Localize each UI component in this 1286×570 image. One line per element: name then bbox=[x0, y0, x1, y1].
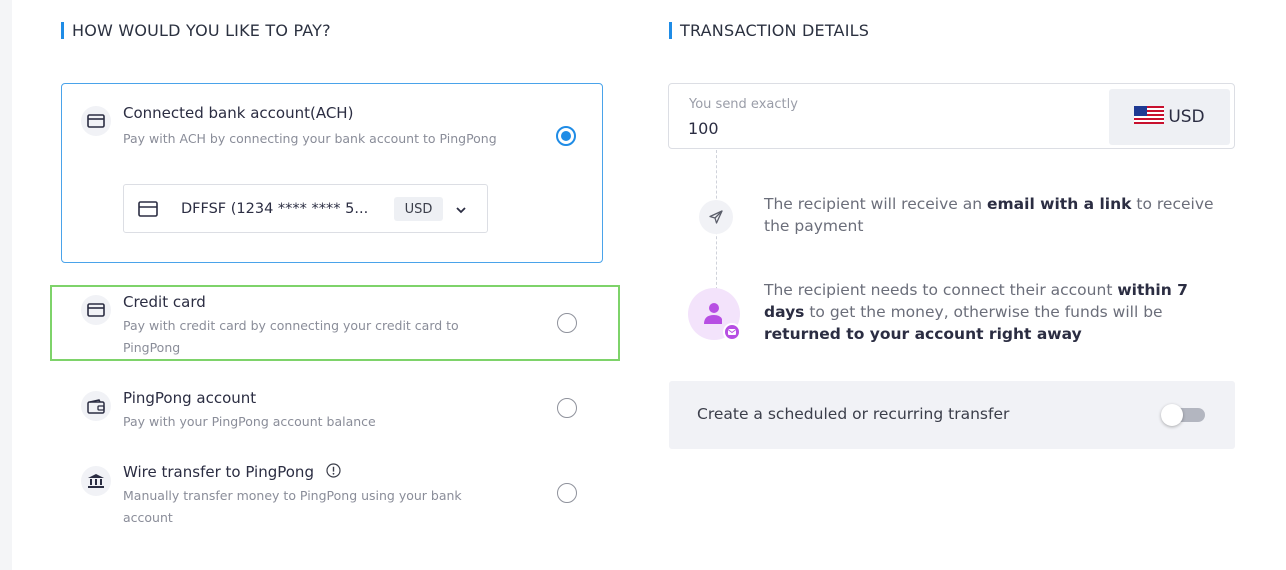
wallet-icon bbox=[81, 391, 111, 421]
connect-note-text: The recipient needs to connect their acc… bbox=[764, 281, 1118, 299]
wire-transfer-option-title-text: Wire transfer to PingPong bbox=[123, 463, 314, 481]
bank-icon bbox=[81, 466, 111, 496]
scheduled-transfer-row: Create a scheduled or recurring transfer bbox=[669, 381, 1235, 449]
email-note-text: The recipient will receive an bbox=[764, 195, 988, 213]
pay-method-heading-text: HOW WOULD YOU LIKE TO PAY? bbox=[72, 21, 331, 40]
info-icon[interactable] bbox=[326, 463, 341, 482]
pay-method-heading: HOW WOULD YOU LIKE TO PAY? bbox=[61, 21, 331, 40]
recipient-avatar-icon bbox=[688, 288, 740, 340]
card-icon bbox=[138, 201, 158, 221]
connect-note-text-mid: to get the money, otherwise the funds wi… bbox=[804, 303, 1163, 321]
ach-radio[interactable] bbox=[556, 126, 576, 146]
toggle-knob bbox=[1161, 404, 1183, 426]
bank-account-select[interactable]: DFFSF (1234 **** **** 5... USD bbox=[123, 184, 488, 233]
credit-card-radio[interactable] bbox=[557, 313, 577, 333]
credit-card-option-description: Pay with credit card by connecting your … bbox=[123, 318, 459, 355]
connect-note-bold-return: returned to your account right away bbox=[764, 325, 1082, 343]
currency-selector[interactable]: USD bbox=[1109, 89, 1230, 145]
chevron-down-icon[interactable] bbox=[455, 201, 467, 220]
wire-transfer-radio[interactable] bbox=[557, 483, 577, 503]
bank-account-label: DFFSF (1234 **** **** 5... bbox=[181, 200, 369, 217]
ach-option-title: Connected bank account(ACH) bbox=[123, 104, 354, 122]
us-flag-icon bbox=[1134, 106, 1165, 128]
wire-transfer-option-description: Manually transfer money to PingPong usin… bbox=[123, 488, 462, 525]
transaction-details-heading-text: TRANSACTION DETAILS bbox=[680, 21, 870, 40]
send-icon bbox=[699, 200, 733, 234]
heading-accent-bar bbox=[669, 22, 672, 39]
wire-transfer-option-title: Wire transfer to PingPong bbox=[123, 463, 341, 482]
send-amount-label: You send exactly bbox=[689, 97, 798, 112]
pingpong-account-option-title: PingPong account bbox=[123, 389, 257, 407]
scheduled-transfer-label: Create a scheduled or recurring transfer bbox=[697, 405, 1010, 423]
send-amount-input[interactable] bbox=[688, 117, 988, 139]
card-icon bbox=[81, 106, 111, 136]
currency-code: USD bbox=[1168, 107, 1205, 127]
pingpong-account-radio[interactable] bbox=[557, 398, 577, 418]
heading-accent-bar bbox=[61, 22, 64, 39]
credit-card-option-title: Credit card bbox=[123, 293, 206, 311]
pingpong-account-option-description: Pay with your PingPong account balance bbox=[123, 414, 376, 429]
card-icon bbox=[81, 295, 111, 325]
send-amount-box: You send exactly USD bbox=[668, 83, 1235, 149]
scheduled-transfer-toggle[interactable] bbox=[1161, 404, 1205, 426]
transaction-details-heading: TRANSACTION DETAILS bbox=[669, 21, 869, 40]
ach-option-description: Pay with ACH by connecting your bank acc… bbox=[123, 131, 497, 146]
email-note-bold: email with a link bbox=[987, 195, 1132, 213]
connect-account-note: The recipient needs to connect their acc… bbox=[764, 279, 1229, 345]
email-link-note: The recipient will receive an email with… bbox=[764, 193, 1234, 237]
bank-account-currency: USD bbox=[394, 197, 443, 221]
